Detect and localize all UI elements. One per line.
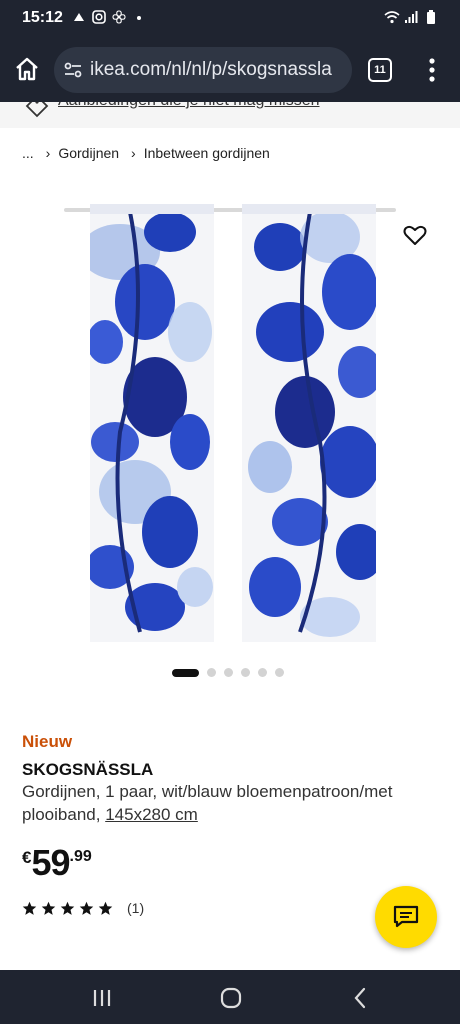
product-description: Gordijnen, 1 paar, wit/blauw bloemenpatr…	[22, 780, 442, 826]
price-integer: 59	[31, 842, 70, 883]
tag-icon	[25, 102, 49, 118]
carousel-pagination[interactable]	[172, 668, 284, 677]
tab-switcher-button[interactable]: 11	[368, 58, 392, 82]
star-icon	[22, 901, 37, 915]
more-menu-icon[interactable]	[424, 54, 440, 86]
browser-toolbar: ikea.com/nl/nl/p/skogsnassla 11	[0, 38, 460, 102]
product-image[interactable]	[60, 192, 400, 647]
product-size-link[interactable]: 145x280 cm	[105, 805, 198, 824]
carousel-dot[interactable]	[241, 668, 250, 677]
notification-icon	[72, 10, 86, 24]
breadcrumb-item-gordijnen[interactable]: Gordijnen	[58, 145, 119, 161]
promo-banner[interactable]: Aanbiedingen die je niet mag missen	[0, 102, 460, 128]
status-time: 15:12	[22, 9, 63, 26]
url-bar[interactable]: ikea.com/nl/nl/p/skogsnassla	[54, 47, 352, 93]
product-price: €59.99	[22, 842, 92, 884]
wifi-icon	[384, 10, 400, 24]
star-icon	[98, 901, 113, 915]
product-rating[interactable]: (1)	[22, 900, 144, 916]
site-settings-icon[interactable]	[62, 59, 84, 81]
rating-count[interactable]: (1)	[127, 900, 144, 916]
breadcrumb: ... › Gordijnen › Inbetween gordijnen	[22, 145, 270, 161]
home-nav-icon[interactable]	[219, 986, 243, 1010]
back-icon[interactable]	[349, 986, 373, 1010]
url-text[interactable]: ikea.com/nl/nl/p/skogsnassla	[90, 59, 332, 81]
star-icon	[41, 901, 56, 915]
status-icons-left	[72, 10, 146, 24]
carousel-dot[interactable]	[275, 668, 284, 677]
home-icon[interactable]	[14, 56, 40, 82]
carousel-dot[interactable]	[258, 668, 267, 677]
promo-link[interactable]: Aanbiedingen die je niet mag missen	[58, 102, 320, 110]
instagram-icon	[92, 10, 106, 24]
chevron-right-icon: ›	[131, 145, 136, 161]
battery-icon	[424, 10, 438, 24]
price-currency: €	[22, 848, 32, 867]
status-bar: 15:12	[0, 0, 460, 38]
status-icons-right	[384, 10, 438, 24]
carousel-dot[interactable]	[207, 668, 216, 677]
price-decimal: .99	[69, 848, 92, 865]
star-icon	[79, 901, 94, 915]
chevron-right-icon: ›	[45, 145, 51, 161]
fan-icon	[112, 10, 126, 24]
breadcrumb-more[interactable]: ...	[22, 145, 34, 161]
carousel-dot[interactable]	[224, 668, 233, 677]
system-nav-bar	[0, 970, 460, 1024]
new-badge: Nieuw	[22, 732, 73, 751]
chat-icon	[393, 905, 419, 928]
favorite-heart-icon[interactable]	[402, 222, 428, 248]
breadcrumb-item-inbetween[interactable]: Inbetween gordijnen	[144, 145, 270, 161]
signal-icon	[404, 10, 418, 24]
carousel-dot-active[interactable]	[172, 668, 199, 677]
product-name: SKOGSNÄSSLA	[22, 760, 154, 779]
star-icon	[60, 901, 75, 915]
product-description-text: Gordijnen, 1 paar, wit/blauw bloemenpatr…	[22, 782, 393, 824]
chat-button[interactable]	[375, 886, 437, 948]
recent-apps-icon[interactable]	[90, 986, 114, 1010]
dot-icon	[132, 10, 146, 24]
